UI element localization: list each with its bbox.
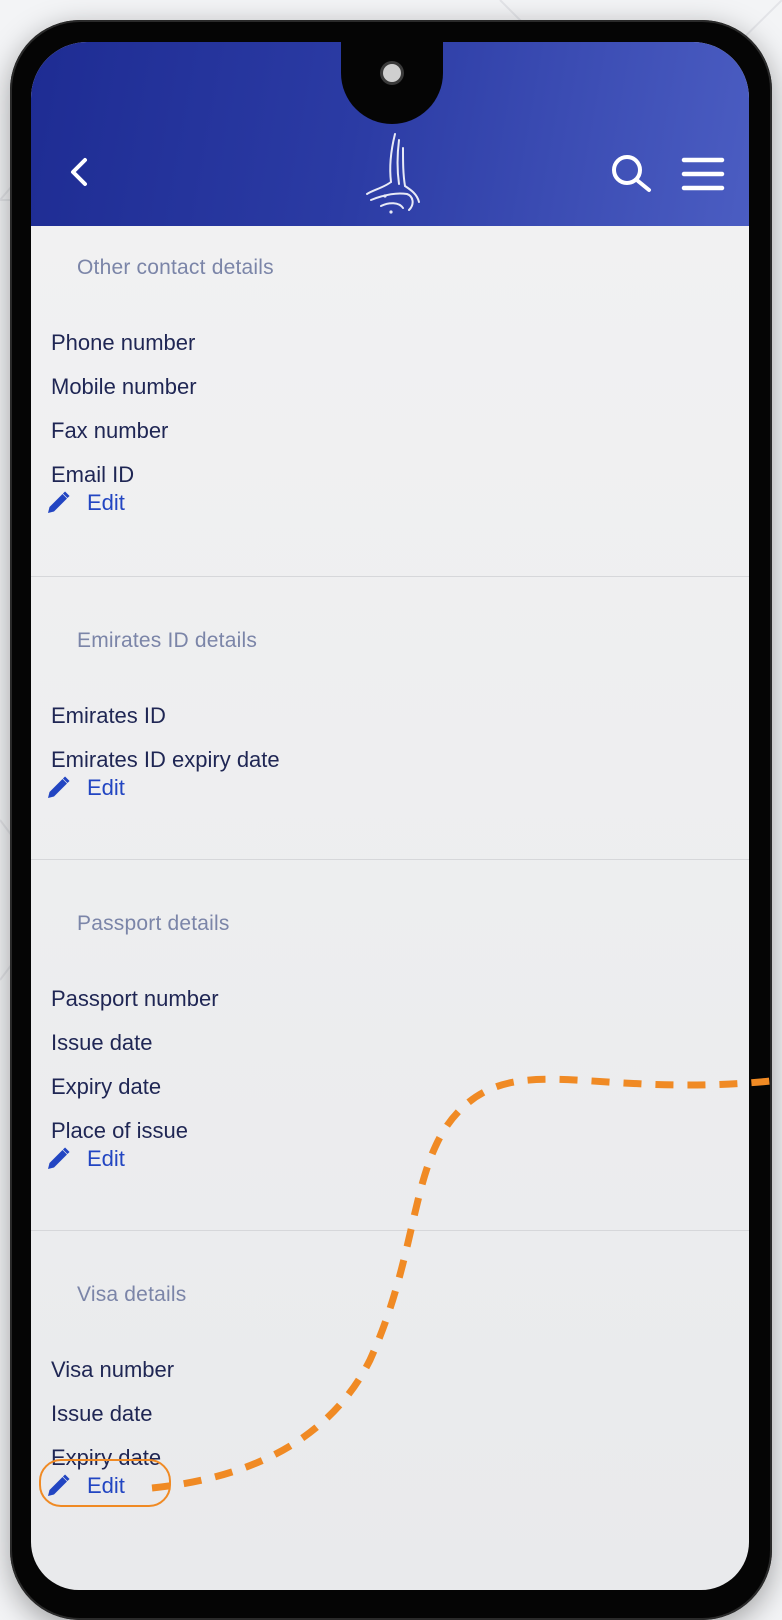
field-label: Email ID: [51, 462, 135, 487]
edit-emirates-id-button[interactable]: Edit: [45, 775, 125, 801]
field-label: Emirates ID: [51, 703, 166, 728]
search-button[interactable]: [609, 152, 657, 196]
field-label: Emirates ID expiry date: [51, 747, 280, 772]
phone-frame: Other contact details Phone number Mobil…: [10, 20, 772, 1620]
field-label: Issue date: [51, 1030, 153, 1055]
back-button[interactable]: [65, 152, 95, 192]
hamburger-menu-icon: [681, 157, 725, 191]
field-label: Fax number: [51, 418, 169, 443]
section-title: Emirates ID details: [77, 629, 258, 652]
field-label: Expiry date: [51, 1074, 162, 1099]
section-other-contact-details: Other contact details Phone number Mobil…: [31, 226, 749, 577]
edit-label: Edit: [87, 775, 125, 800]
edit-passport-button[interactable]: Edit: [45, 1146, 125, 1172]
field-label: Passport number: [51, 986, 219, 1011]
field-label: Phone number: [51, 330, 196, 355]
pencil-icon: [48, 776, 70, 798]
chevron-left-icon: [71, 158, 87, 186]
highlight-ring: [39, 1459, 171, 1507]
profile-details: Other contact details Phone number Mobil…: [31, 226, 749, 1551]
field-label: Issue date: [51, 1401, 153, 1426]
section-passport-details: Passport details Passport number Issue d…: [31, 860, 749, 1231]
camera-icon: [383, 64, 401, 82]
field-label: Mobile number: [51, 374, 197, 399]
menu-button[interactable]: [681, 156, 725, 192]
field-label: Place of issue: [51, 1118, 188, 1143]
pencil-icon: [48, 491, 70, 513]
edit-label: Edit: [87, 1146, 125, 1171]
section-title: Other contact details: [77, 256, 274, 279]
pencil-icon: [48, 1147, 70, 1169]
edit-label: Edit: [87, 490, 125, 515]
section-title: Passport details: [77, 912, 230, 935]
section-title: Visa details: [77, 1283, 187, 1306]
section-visa-details: Visa details Visa number Issue date Expi…: [31, 1231, 749, 1551]
calligraphy-logo-icon: [361, 130, 423, 218]
section-emirates-id-details: Emirates ID details Emirates ID Emirates…: [31, 577, 749, 860]
edit-contact-details-button[interactable]: Edit: [45, 490, 125, 516]
edit-visa-button[interactable]: Edit: [39, 1459, 171, 1507]
search-icon: [612, 155, 651, 192]
screen: Other contact details Phone number Mobil…: [31, 42, 749, 1590]
field-label: Visa number: [51, 1357, 175, 1382]
